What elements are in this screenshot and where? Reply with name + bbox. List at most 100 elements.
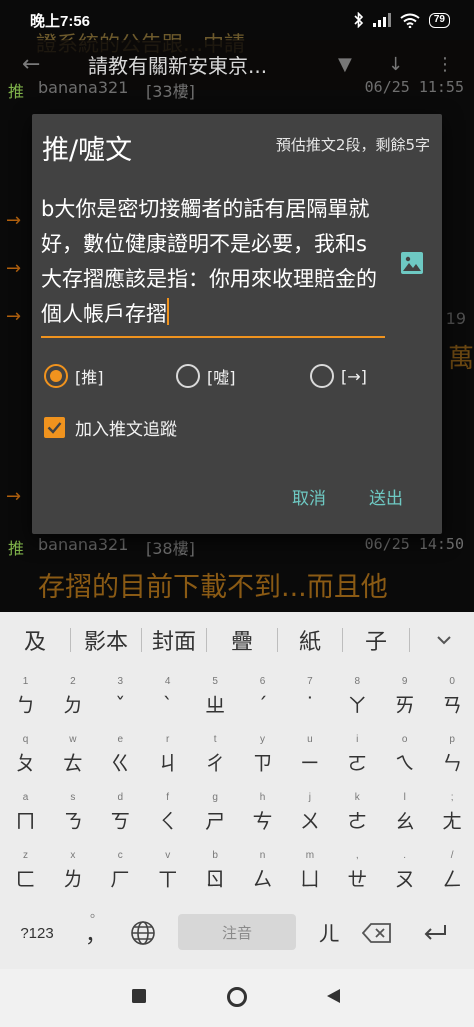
key-glyph: ㄨ	[299, 809, 320, 833]
space-key[interactable]: 注音	[178, 914, 296, 950]
zhuyin-key[interactable]: jㄨ	[286, 788, 333, 846]
key-row: qㄆwㄊeㄍrㄐtㄔyㄗuㄧiㄛoㄟpㄣ	[0, 730, 474, 788]
zhuyin-key[interactable]: dㄎ	[97, 788, 144, 846]
zhuyin-key[interactable]: qㄆ	[2, 730, 49, 788]
zhuyin-key[interactable]: .ㄡ	[381, 846, 428, 904]
key-glyph: ㄘ	[252, 809, 273, 833]
zhuyin-key[interactable]: 7 ˙	[286, 672, 333, 730]
language-key[interactable]	[120, 904, 166, 962]
suggestion-item[interactable]: 子	[343, 624, 409, 656]
zhuyin-key[interactable]: vㄒ	[144, 846, 191, 904]
key-glyph: ㄧ	[299, 751, 320, 775]
thumb-down-icon[interactable]: ▼	[338, 54, 352, 75]
zhuyin-keyboard: 及 影本 封面 疊 紙 子 1 ㄅ 2 ㄉ 3 ˇ 4 ˋ 5 ㄓ 6 ˊ 7 ˙ 8 ㄚ 9 ㄞ 0 ㄢ q ㄆ w ㄊ e ㄍ…	[0, 612, 474, 969]
suggestion-item[interactable]: 紙	[278, 624, 342, 656]
zhuyin-key[interactable]: ; ㄤ	[429, 788, 474, 846]
key-glyph: ㄓ	[205, 693, 226, 717]
suggestion-item[interactable]: 影本	[71, 624, 141, 656]
key-glyph: ㄢ	[442, 693, 463, 717]
zhuyin-key[interactable]: 1ㄅ	[2, 672, 49, 730]
key-hint: w	[69, 734, 77, 745]
text-caret	[167, 298, 169, 325]
zhuyin-key[interactable]: 5ㄓ	[192, 672, 239, 730]
radio-circle	[310, 364, 334, 388]
zhuyin-key[interactable]: 2ㄉ	[49, 672, 96, 730]
zhuyin-key[interactable]: sㄋ	[49, 788, 96, 846]
key-hint: p	[449, 734, 455, 745]
zhuyin-key[interactable]: 3ˇ	[97, 672, 144, 730]
chevron-down-icon[interactable]	[434, 630, 454, 650]
zhuyin-key[interactable]: 9ㄞ	[381, 672, 428, 730]
punctuation-key[interactable]: 。 ，	[72, 904, 120, 962]
push-date: 06/25 14:50	[364, 535, 464, 553]
input-underline	[41, 336, 385, 338]
zhuyin-key[interactable]: oㄟ	[381, 730, 428, 788]
zhuyin-key[interactable]: fㄑ	[144, 788, 191, 846]
dialog-remaining-hint: 預估推文2段，剩餘5字	[275, 136, 430, 154]
key-row: a ㄇ s ㄋ d ㄎ f ㄑ g ㄕ h ㄘ j ㄨ k ㄜ l ㄠ; ㄤ	[0, 788, 474, 846]
zhuyin-key[interactable]: cㄏ	[97, 846, 144, 904]
zhuyin-key[interactable]: 0ㄢ	[429, 672, 474, 730]
suggestion-item[interactable]: 疊	[207, 624, 277, 656]
zhuyin-key[interactable]: 4ˋ	[144, 672, 191, 730]
radio-arrow[interactable]: [→]	[310, 364, 367, 388]
key-hint: 6	[259, 676, 266, 687]
enter-icon	[424, 925, 446, 940]
key-hint: n	[259, 850, 266, 861]
zhuyin-key[interactable]: wㄊ	[49, 730, 96, 788]
zhuyin-key[interactable]: eㄍ	[97, 730, 144, 788]
zhuyin-key[interactable]: mㄩ	[286, 846, 333, 904]
push-text-input[interactable]: b大你是密切接觸者的話有居隔單就好，數位健康證明不是必要，我和s大存摺應該是指：…	[41, 192, 384, 332]
key-hint: 3	[117, 676, 124, 687]
back-triangle-icon[interactable]	[326, 988, 342, 1004]
zhuyin-key[interactable]: tㄔ	[192, 730, 239, 788]
key-hint: l	[403, 792, 406, 803]
backspace-key[interactable]	[354, 904, 400, 962]
checkbox-label: 加入推文追蹤	[75, 420, 177, 440]
zhuyin-key[interactable]: rㄐ	[144, 730, 191, 788]
recents-square-icon[interactable]	[131, 988, 147, 1004]
key-hint: z	[23, 850, 28, 861]
zhuyin-key[interactable]: gㄕ	[192, 788, 239, 846]
zhuyin-key[interactable]: iㄛ	[334, 730, 381, 788]
key-hint: d	[117, 792, 124, 803]
zhuyin-key[interactable]: aㄇ	[2, 788, 49, 846]
zhuyin-key[interactable]: xㄌ	[49, 846, 96, 904]
key-glyph: ㄛ	[347, 751, 368, 775]
zhuyin-key[interactable]: lㄠ	[381, 788, 428, 846]
key-glyph: ㄇ	[15, 809, 36, 833]
suggestion-item[interactable]: 及	[0, 624, 70, 656]
home-circle-icon[interactable]	[226, 986, 248, 1008]
enter-key[interactable]	[412, 904, 458, 962]
zhuyin-key[interactable]: 8ㄚ	[334, 672, 381, 730]
track-push-checkbox[interactable]: 加入推文追蹤	[44, 415, 177, 440]
key-hint: y	[260, 734, 265, 745]
zhuyin-key[interactable]: pㄣ	[429, 730, 474, 788]
download-icon[interactable]: ↓	[388, 54, 403, 75]
cancel-button[interactable]: 取消	[292, 484, 326, 509]
er-key[interactable]: ㄦ	[306, 904, 352, 962]
push-text-value: b大你是密切接觸者的話有居隔單就好，數位健康證明不是必要，我和s大存摺應該是指：…	[41, 197, 377, 326]
zhuyin-key[interactable]: yㄗ	[239, 730, 286, 788]
zhuyin-key[interactable]: uㄧ	[286, 730, 333, 788]
radio-push[interactable]: [推]	[44, 364, 104, 388]
zhuyin-key[interactable]: kㄜ	[334, 788, 381, 846]
more-icon[interactable]: ⋮	[436, 54, 454, 75]
back-arrow-icon[interactable]: ←	[22, 52, 40, 77]
push-floor: [38樓]	[146, 539, 195, 558]
insert-image-icon[interactable]	[400, 251, 424, 275]
zhuyin-key[interactable]: nㄙ	[239, 846, 286, 904]
radio-circle-selected	[44, 364, 68, 388]
key-hint: 1	[22, 676, 29, 687]
suggestion-item[interactable]: 封面	[142, 624, 206, 656]
zhuyin-key[interactable]: 6ˊ	[239, 672, 286, 730]
zhuyin-key[interactable]: / ㄥ	[429, 846, 474, 904]
zhuyin-key[interactable]: bㄖ	[192, 846, 239, 904]
zhuyin-key[interactable]: ,ㄝ	[334, 846, 381, 904]
send-button[interactable]: 送出	[369, 484, 403, 509]
key-hint: i	[356, 734, 359, 745]
symbols-key[interactable]: ?123	[8, 904, 66, 962]
zhuyin-key[interactable]: hㄘ	[239, 788, 286, 846]
zhuyin-key[interactable]: zㄈ	[2, 846, 49, 904]
radio-boo[interactable]: [噓]	[176, 364, 236, 388]
